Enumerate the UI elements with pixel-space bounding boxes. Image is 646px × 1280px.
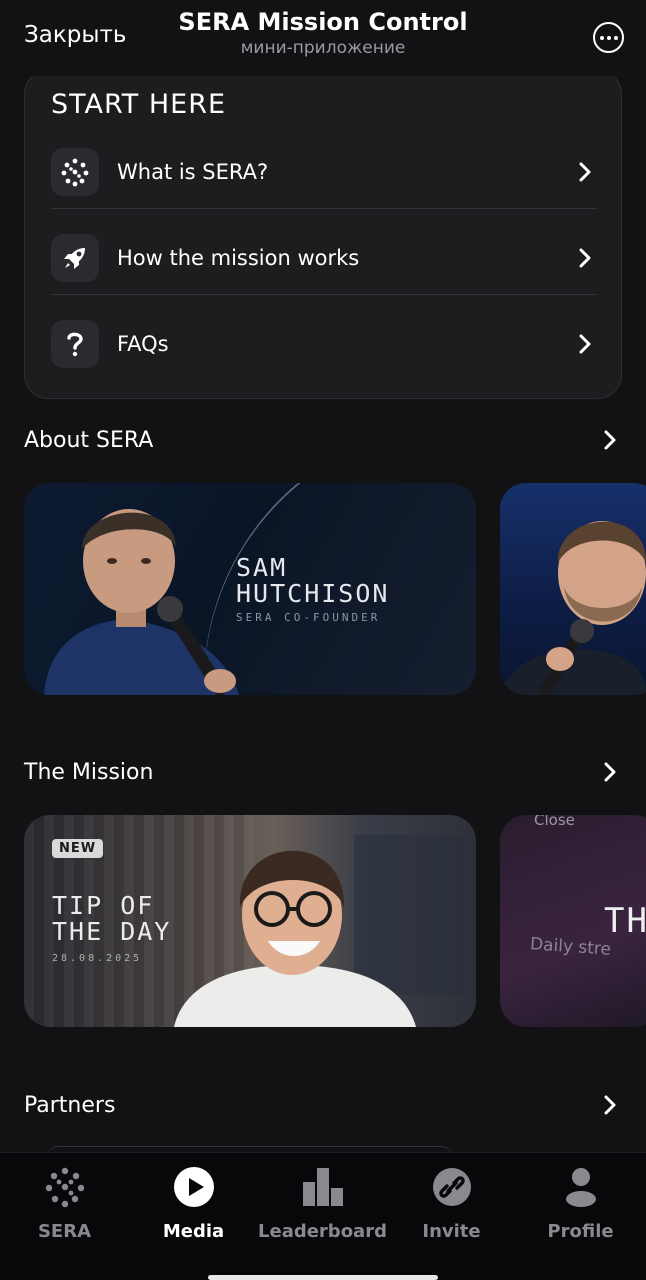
- nav-label: SERA: [37, 1221, 92, 1242]
- start-item-faqs[interactable]: FAQs: [51, 301, 597, 387]
- section-title: Partners: [24, 1092, 116, 1118]
- card-speaker-name: SAM HUTCHISON: [236, 555, 389, 607]
- start-here-title: START HERE: [51, 89, 227, 120]
- nav-item-sera[interactable]: SERA: [0, 1165, 129, 1249]
- card-title-line: THE DAY: [52, 917, 172, 946]
- chevron-right-icon: [604, 762, 616, 782]
- sera-logo-icon: [51, 148, 99, 196]
- chevron-right-icon: [604, 1095, 616, 1115]
- nav-item-profile[interactable]: Profile: [516, 1165, 645, 1249]
- dot: [613, 35, 618, 40]
- section-header-partners[interactable]: Partners: [24, 1085, 622, 1125]
- bar-chart-icon: [301, 1165, 345, 1209]
- video-card-about-2[interactable]: [500, 483, 646, 695]
- card-title: TIP OF THE DAY: [52, 893, 171, 945]
- speaker-photo: [500, 521, 646, 695]
- dot: [599, 35, 604, 40]
- video-card-tip-of-the-day[interactable]: NEW TIP OF THE DAY 28.08.2025: [24, 815, 476, 1027]
- start-item-label: FAQs: [117, 332, 169, 356]
- nav-label: Media: [162, 1221, 225, 1242]
- divider: [51, 294, 597, 295]
- faint-close-text: Close: [534, 815, 575, 829]
- card-title-line: TIP OF: [52, 891, 155, 920]
- section-title: The Mission: [24, 759, 154, 785]
- divider: [51, 208, 597, 209]
- sera-logo-icon: [43, 1165, 87, 1209]
- link-icon: [430, 1165, 474, 1209]
- nav-item-invite[interactable]: Invite: [387, 1165, 516, 1249]
- start-item-label: How the mission works: [117, 246, 360, 270]
- start-item-how-mission-works[interactable]: How the mission works: [51, 215, 597, 301]
- bottom-nav: SERA Media Leaderboard Invite Profile: [0, 1152, 646, 1280]
- person-icon: [559, 1165, 603, 1209]
- card-date: 28.08.2025: [52, 953, 143, 964]
- nav-label: Profile: [547, 1221, 614, 1242]
- daily-streak-text: Daily stre: [529, 934, 612, 960]
- play-icon: [172, 1165, 216, 1209]
- question-icon: [51, 320, 99, 368]
- new-badge: NEW: [52, 839, 104, 858]
- section-header-about[interactable]: About SERA: [24, 420, 622, 460]
- section-header-mission[interactable]: The Mission: [24, 752, 622, 792]
- start-here-card: START HERE What is SERA? How the mission…: [24, 70, 622, 399]
- nav-item-leaderboard[interactable]: Leaderboard: [258, 1165, 387, 1249]
- more-options-button[interactable]: [593, 22, 624, 53]
- video-card-sam-hutchison[interactable]: SAM HUTCHISON SERA CO-FOUNDER: [24, 483, 476, 695]
- app-title: SERA Mission Control: [178, 8, 468, 36]
- dot: [606, 35, 611, 40]
- section-title: About SERA: [24, 427, 154, 453]
- app-subtitle: мини-приложение: [240, 38, 406, 58]
- card-title: TH: [604, 901, 646, 941]
- speaker-first-name: SAM: [236, 553, 288, 582]
- start-item-label: What is SERA?: [117, 160, 269, 184]
- speaker-last-name: HUTCHISON: [236, 579, 390, 608]
- nav-label: Leaderboard: [258, 1221, 387, 1242]
- chevron-right-icon: [579, 334, 591, 354]
- nav-item-media[interactable]: Media: [129, 1165, 258, 1249]
- header: Закрыть SERA Mission Control мини-прилож…: [0, 0, 646, 76]
- chevron-right-icon: [604, 430, 616, 450]
- nav-label: Invite: [422, 1221, 481, 1242]
- rocket-icon: [51, 234, 99, 282]
- chevron-right-icon: [579, 248, 591, 268]
- title-block: SERA Mission Control мини-приложение: [0, 8, 646, 58]
- home-indicator: [208, 1275, 438, 1280]
- video-card-mission-2[interactable]: Close TH Daily stre: [500, 815, 646, 1027]
- chevron-right-icon: [579, 162, 591, 182]
- card-speaker-role: SERA CO-FOUNDER: [236, 611, 381, 624]
- start-item-what-is-sera[interactable]: What is SERA?: [51, 129, 597, 215]
- speaker-photo: [44, 509, 239, 695]
